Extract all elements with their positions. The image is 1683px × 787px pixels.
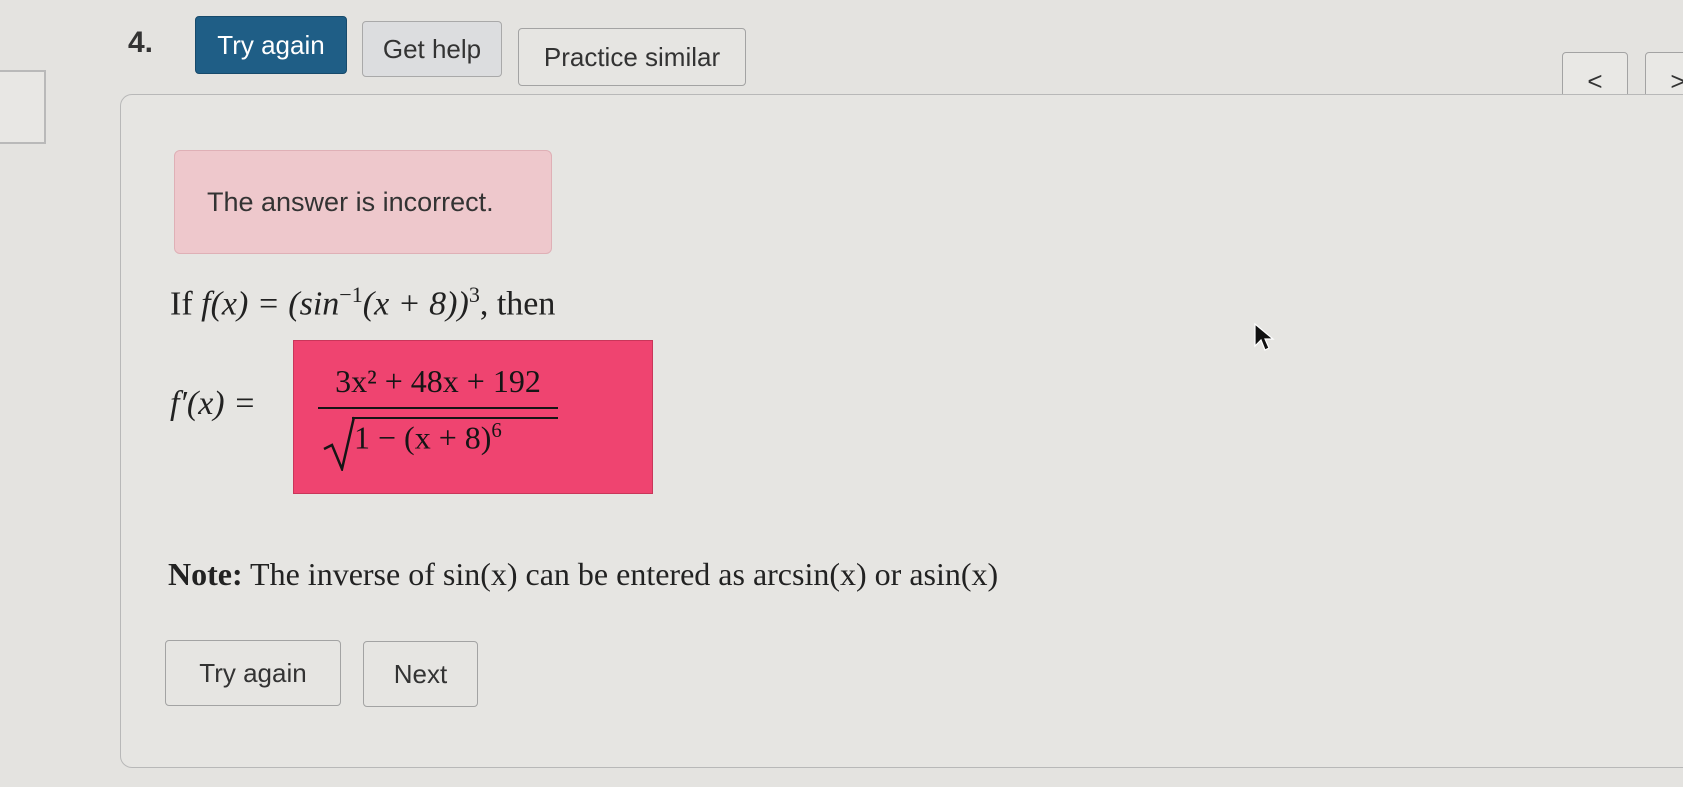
try-again-button[interactable]: Try again xyxy=(165,640,341,706)
denominator-power: 6 xyxy=(491,419,502,442)
problem-prefix: If xyxy=(170,285,202,323)
chevron-left-icon: < xyxy=(1587,65,1603,96)
mouse-cursor-icon xyxy=(1254,322,1275,351)
problem-suffix: , then xyxy=(479,285,556,323)
function-inner: (x + 8)) xyxy=(362,285,469,323)
get-help-button[interactable]: Get help xyxy=(362,21,502,77)
note-label: Note: xyxy=(168,556,243,592)
note-text: The inverse of sin(x) can be entered as … xyxy=(250,556,999,592)
derivative-label: f′(x) = xyxy=(170,385,257,422)
practice-similar-button[interactable]: Practice similar xyxy=(518,28,746,86)
denominator-base: 1 − (x + 8) xyxy=(354,419,492,456)
left-panel-edge xyxy=(0,70,46,144)
inverse-exponent: −1 xyxy=(339,282,363,307)
answer-numerator: 3x² + 48x + 192 xyxy=(335,363,541,399)
answer-denominator: 1 − (x + 8)6 xyxy=(354,419,502,457)
problem-statement: If f(x) = (sin−1(x + 8))3, then xyxy=(170,282,555,323)
question-number: 4. xyxy=(128,26,154,59)
answer-input[interactable]: 3x² + 48x + 192 1 − (x + 8)6 xyxy=(293,340,653,494)
try-again-button-top[interactable]: Try again xyxy=(195,16,347,74)
next-button[interactable]: Next xyxy=(363,641,478,707)
chevron-right-icon: > xyxy=(1670,65,1683,96)
incorrect-alert: The answer is incorrect. xyxy=(174,150,552,254)
function-definition: f(x) = (sin xyxy=(201,285,340,323)
alert-message: The answer is incorrect. xyxy=(207,186,494,217)
fraction-bar xyxy=(318,407,558,409)
note: Note: The inverse of sin(x) can be enter… xyxy=(168,556,998,593)
function-power: 3 xyxy=(468,282,480,307)
